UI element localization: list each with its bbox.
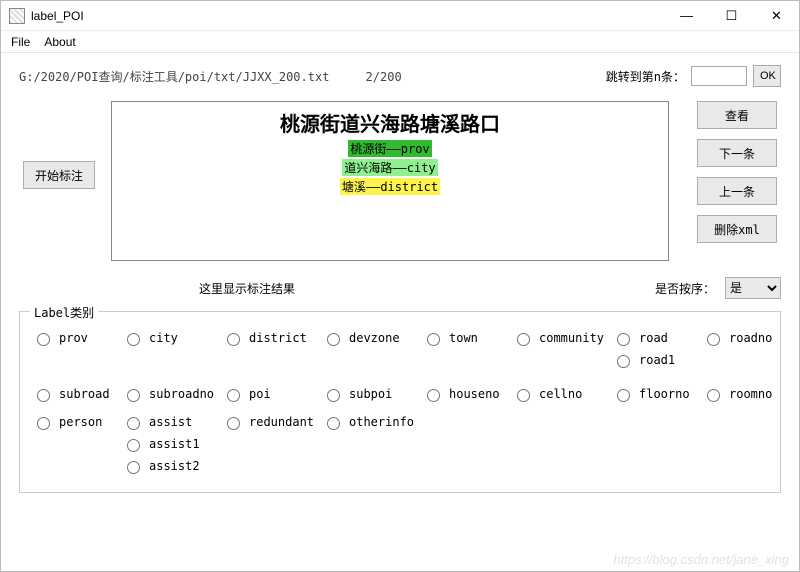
radio-person[interactable]: person xyxy=(32,414,122,430)
radio-otherinfo[interactable]: otherinfo xyxy=(322,414,422,430)
radio-redundant[interactable]: redundant xyxy=(222,414,322,430)
sort-label: 是否按序： xyxy=(655,280,715,297)
label-category-legend: Label类别 xyxy=(30,304,98,321)
canvas-title: 桃源街道兴海路塘溪路口 xyxy=(112,108,668,137)
annotation-city: 道兴海路——city xyxy=(342,159,437,176)
window-title: label_POI xyxy=(31,9,664,23)
start-annotate-button[interactable]: 开始标注 xyxy=(23,161,95,189)
app-icon xyxy=(9,8,25,24)
radio-cellno[interactable]: cellno xyxy=(512,386,612,402)
annotation-canvas: 桃源街道兴海路塘溪路口 桃源街——prov 道兴海路——city 塘溪——dis… xyxy=(111,101,669,261)
radio-town[interactable]: town xyxy=(422,330,512,346)
jump-input[interactable] xyxy=(691,66,747,86)
radio-devzone[interactable]: devzone xyxy=(322,330,422,346)
radio-road1[interactable]: road1 xyxy=(612,352,702,368)
view-button[interactable]: 查看 xyxy=(697,101,777,129)
result-hint: 这里显示标注结果 xyxy=(199,280,655,297)
delete-xml-button[interactable]: 删除xml xyxy=(697,215,777,243)
path-row: G:/2020/POI查询/标注工具/poi/txt/JJXX_200.txt … xyxy=(19,65,781,87)
prev-button[interactable]: 上一条 xyxy=(697,177,777,205)
radio-floorno[interactable]: floorno xyxy=(612,386,702,402)
label-category-group: Label类别 prov city district devzone town … xyxy=(19,311,781,493)
maximize-button[interactable]: ☐ xyxy=(709,1,754,31)
radio-poi[interactable]: poi xyxy=(222,386,322,402)
jump-ok-button[interactable]: OK xyxy=(753,65,781,87)
menu-file[interactable]: File xyxy=(11,35,30,49)
radio-roomno[interactable]: roomno xyxy=(702,386,782,402)
radio-houseno[interactable]: houseno xyxy=(422,386,512,402)
next-button[interactable]: 下一条 xyxy=(697,139,777,167)
radio-subpoi[interactable]: subpoi xyxy=(322,386,422,402)
radio-assist1[interactable]: assist1 xyxy=(122,436,222,452)
minimize-button[interactable]: — xyxy=(664,1,709,31)
titlebar: label_POI — ☐ ✕ xyxy=(1,1,799,31)
radio-city[interactable]: city xyxy=(122,330,222,346)
radio-roadno[interactable]: roadno xyxy=(702,330,782,346)
radio-road[interactable]: road xyxy=(612,330,702,346)
file-path: G:/2020/POI查询/标注工具/poi/txt/JJXX_200.txt … xyxy=(19,68,606,85)
watermark: https://blog.csdn.net/jane_xing xyxy=(613,552,789,567)
menu-about[interactable]: About xyxy=(44,35,75,49)
radio-prov[interactable]: prov xyxy=(32,330,122,346)
menubar: File About xyxy=(1,31,799,53)
annotation-prov: 桃源街——prov xyxy=(348,140,431,157)
radio-district[interactable]: district xyxy=(222,330,322,346)
radio-subroad[interactable]: subroad xyxy=(32,386,122,402)
annotation-district: 塘溪——district xyxy=(340,178,440,195)
file-counter: 2/200 xyxy=(366,70,402,84)
radio-assist2[interactable]: assist2 xyxy=(122,458,222,474)
file-path-text: G:/2020/POI查询/标注工具/poi/txt/JJXX_200.txt xyxy=(19,70,329,84)
close-button[interactable]: ✕ xyxy=(754,1,799,31)
sort-select[interactable]: 是 xyxy=(725,277,781,299)
radio-assist[interactable]: assist xyxy=(122,414,222,430)
radio-community[interactable]: community xyxy=(512,330,612,346)
jump-label: 跳转到第n条： xyxy=(606,68,685,85)
radio-subroadno[interactable]: subroadno xyxy=(122,386,222,402)
